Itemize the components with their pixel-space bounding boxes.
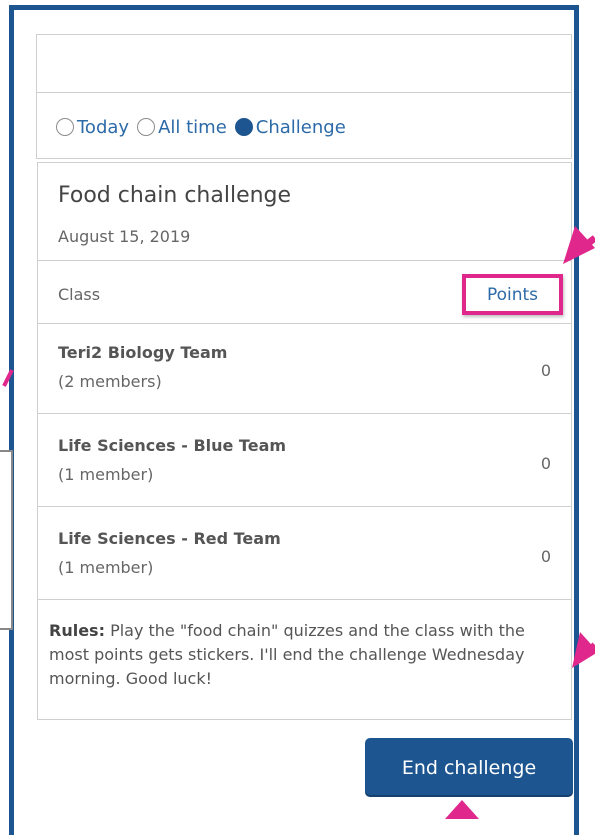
radio-today-label[interactable]: Today: [77, 117, 129, 138]
radio-all-time[interactable]: [137, 118, 156, 136]
team-members: (2 members): [58, 372, 162, 391]
leaderboard-header: Today All time Challenge: [36, 34, 572, 159]
table-row: Life Sciences - Red Team (1 member): [58, 529, 281, 577]
challenge-title: Food chain challenge: [58, 183, 292, 208]
header-divider: [37, 92, 571, 93]
team-points: 0: [540, 361, 551, 380]
side-panel-edge: [0, 450, 13, 630]
divider: [38, 260, 571, 261]
table-row: Teri2 Biology Team (2 members): [58, 343, 227, 391]
radio-challenge[interactable]: [234, 118, 253, 136]
column-header-class: Class: [58, 285, 101, 304]
rules-text: Play the "food chain" quizzes and the cl…: [49, 621, 525, 688]
rules-label: Rules:: [49, 621, 105, 640]
column-header-points[interactable]: Points: [462, 274, 563, 315]
radio-today[interactable]: [56, 118, 74, 136]
team-name: Life Sciences - Blue Team: [58, 436, 287, 455]
radio-challenge-label[interactable]: Challenge: [256, 117, 346, 138]
team-points: 0: [540, 454, 551, 473]
divider: [38, 506, 571, 507]
team-name: Life Sciences - Red Team: [58, 529, 281, 548]
team-members: (1 member): [58, 465, 154, 484]
table-row: Life Sciences - Blue Team (1 member): [58, 436, 286, 484]
team-members: (1 member): [58, 558, 154, 577]
divider: [38, 323, 571, 324]
challenge-rules: Rules: Play the "food chain" quizzes and…: [49, 619, 549, 691]
arrow-to-rules-shaft: [587, 642, 595, 653]
arrow-to-points-shaft: [579, 235, 595, 251]
team-name: Teri2 Biology Team: [58, 343, 228, 362]
team-points: 0: [540, 547, 551, 566]
divider: [38, 413, 571, 414]
filter-radio-group: Today All time Challenge: [56, 115, 354, 139]
divider: [38, 599, 571, 600]
challenge-date: August 15, 2019: [58, 227, 191, 246]
challenge-card: Food chain challenge August 15, 2019 Cla…: [37, 162, 572, 720]
end-challenge-button[interactable]: End challenge: [365, 738, 573, 797]
radio-all-time-label[interactable]: All time: [158, 117, 227, 138]
